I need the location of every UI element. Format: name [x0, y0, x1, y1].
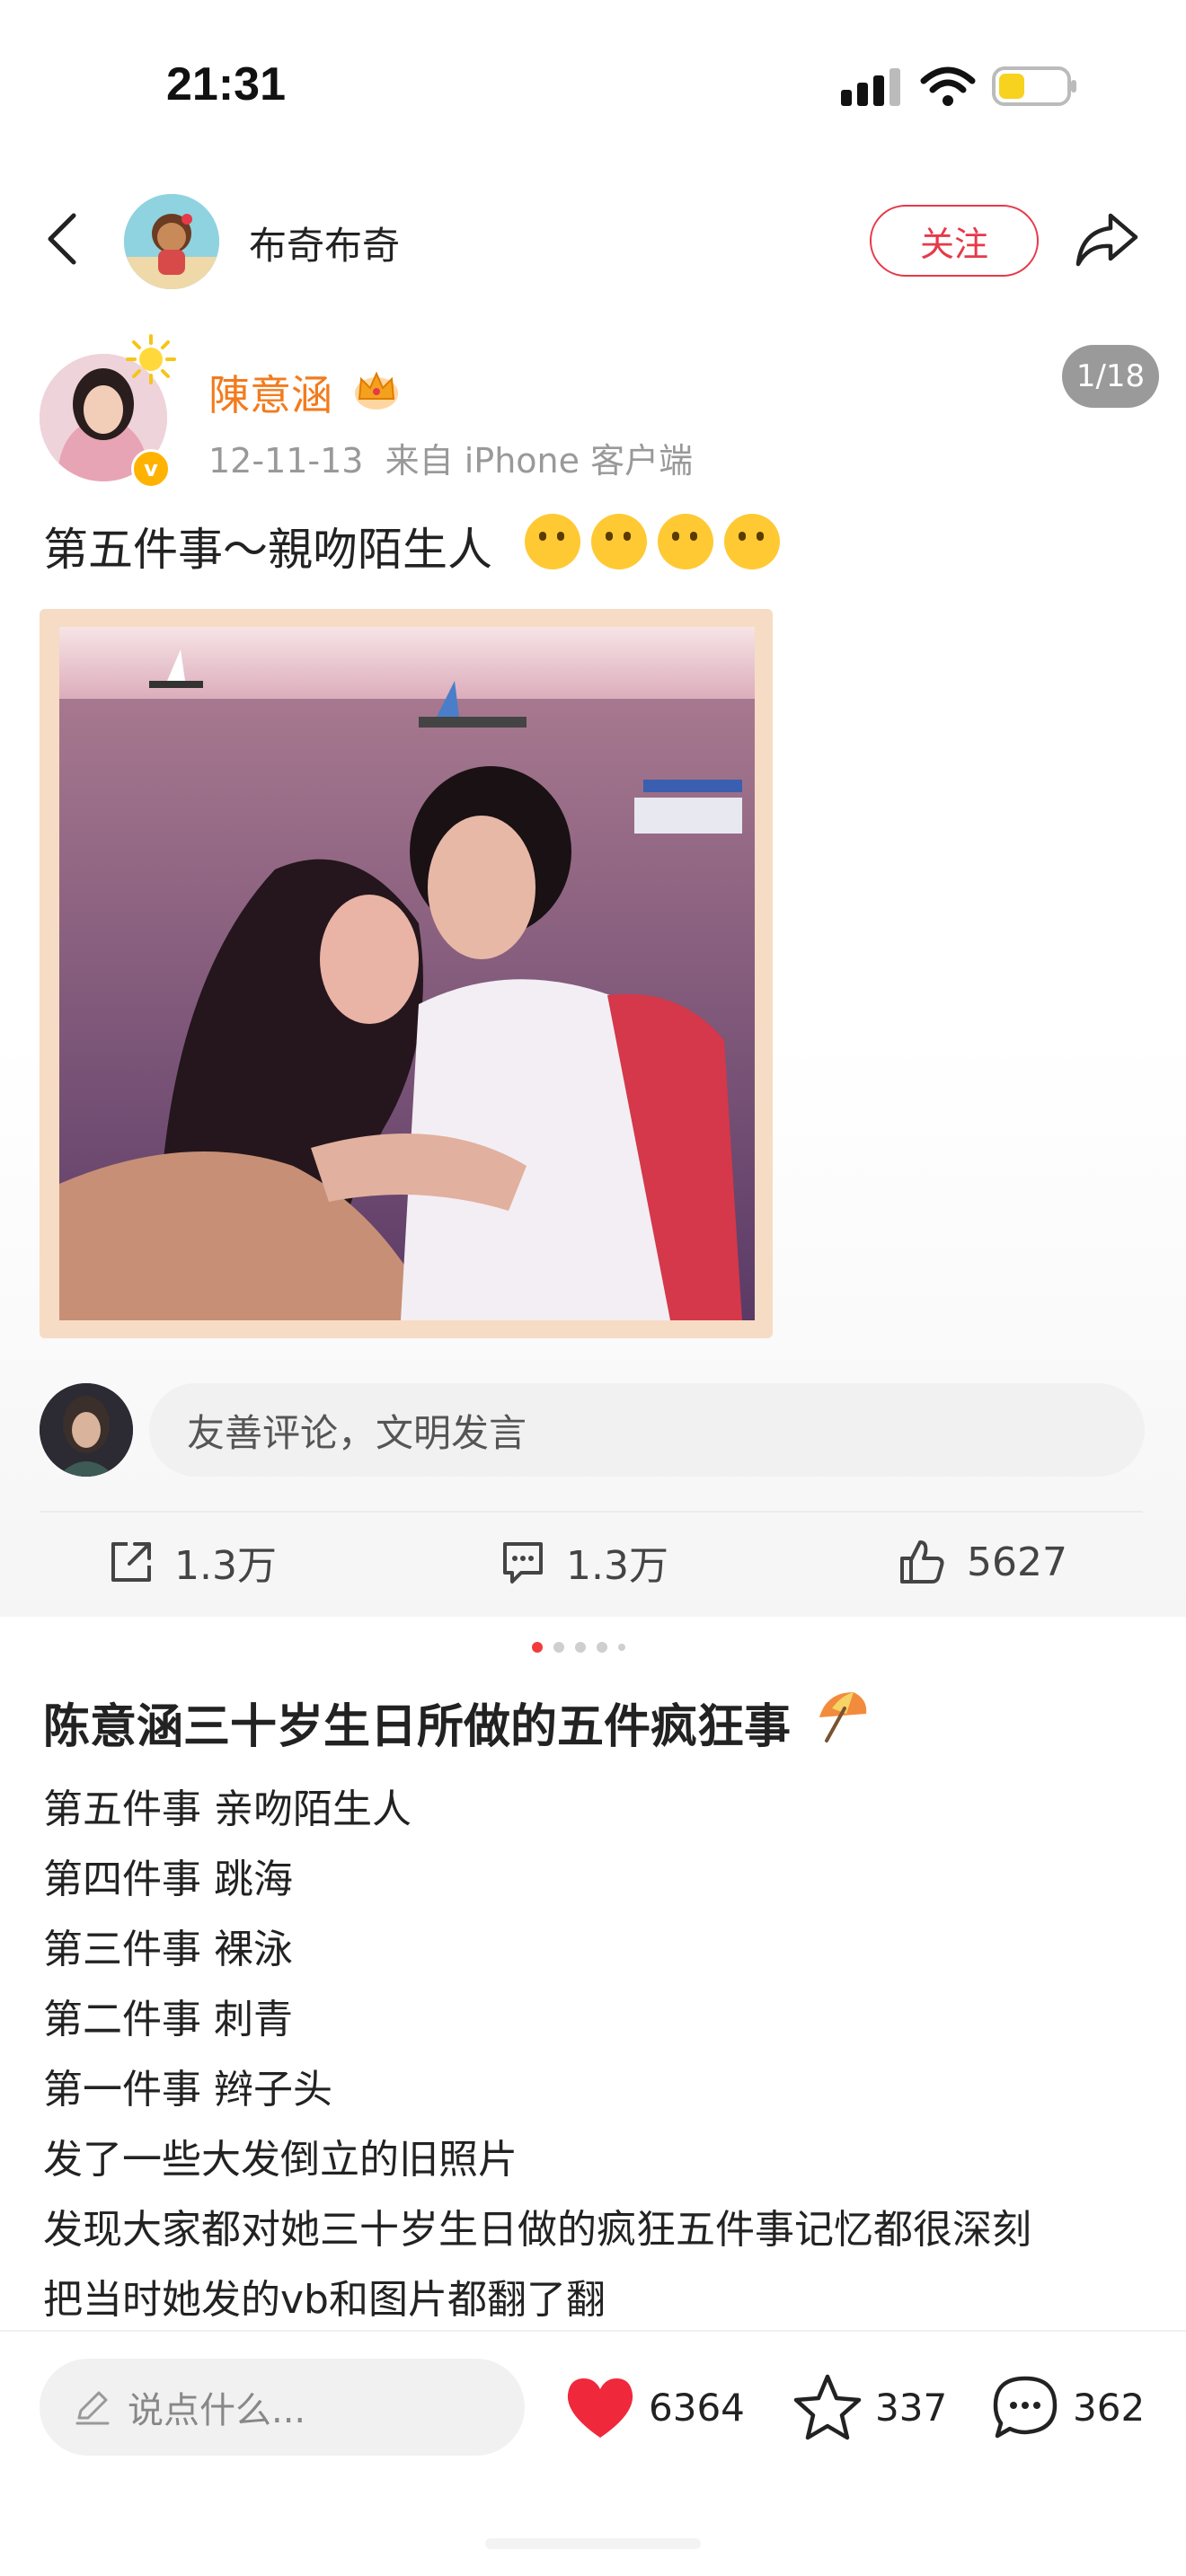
like-stat-button[interactable]: 6364: [564, 2371, 745, 2443]
sun-badge-icon: [126, 334, 176, 384]
post-photo[interactable]: [59, 627, 755, 1320]
share-icon[interactable]: [1075, 210, 1139, 269]
comment-button[interactable]: 1.3万: [500, 1532, 668, 1592]
comments-button[interactable]: 362: [990, 2371, 1145, 2443]
home-indicator: [485, 2538, 701, 2549]
like-button[interactable]: 5627: [897, 1532, 1067, 1592]
follow-button[interactable]: 关注: [870, 205, 1039, 277]
status-time: 21:31: [166, 58, 286, 110]
bottom-divider: [0, 2330, 1186, 2332]
post-source: 来自 iPhone 客户端: [385, 441, 694, 481]
heart-icon: [567, 2378, 633, 2438]
wifi-icon: [920, 66, 976, 106]
carousel-dot: [575, 1642, 586, 1653]
carousel-dot: [553, 1642, 564, 1653]
shushing-face-icon: [591, 514, 647, 569]
carousel-dot-active: [532, 1642, 543, 1653]
back-icon[interactable]: [45, 212, 81, 266]
article-line: 把当时她发的vb和图片都翻了翻: [43, 2277, 606, 2323]
user-avatar: [40, 1383, 133, 1477]
like-count: 5627: [967, 1539, 1067, 1585]
carousel-dot: [618, 1644, 625, 1651]
page-indicator: 1/18: [1062, 345, 1159, 408]
comments-count: 362: [1073, 2385, 1146, 2430]
like-total: 6364: [649, 2385, 745, 2430]
comment-input[interactable]: 友善评论，文明发言: [149, 1383, 1145, 1477]
favorite-count: 337: [875, 2385, 948, 2430]
emoji-row: [525, 514, 780, 573]
post-date: 12-11-13: [208, 441, 364, 481]
carousel-dot: [597, 1642, 607, 1653]
shushing-face-icon: [525, 514, 580, 569]
like-icon: [900, 1540, 944, 1584]
article-line: 发了一些大发倒立的旧照片: [43, 2137, 518, 2183]
favorite-button[interactable]: 337: [792, 2371, 947, 2443]
shushing-face-icon: [658, 514, 713, 569]
post-meta: 12-11-13 来自 iPhone 客户端: [208, 433, 693, 482]
page-name[interactable]: 布奇布奇: [249, 216, 400, 270]
bottom-input-placeholder: 说点什么...: [128, 2390, 306, 2431]
article-title: 陈意涵三十岁生日所做的五件疯狂事: [43, 1700, 792, 1754]
shushing-face-icon: [724, 514, 780, 569]
article-line: 发现大家都对她三十岁生日做的疯狂五件事记忆都很深刻: [43, 2207, 1031, 2253]
crown-icon: [355, 371, 398, 410]
article-line: 第三件事 裸泳: [43, 1927, 293, 1972]
battery-icon: [992, 66, 1076, 106]
bottom-comment-input[interactable]: 说点什么...: [40, 2359, 525, 2456]
author-name[interactable]: 陳意涵: [208, 363, 332, 422]
repost-count: 1.3万: [174, 1543, 277, 1589]
pencil-icon: [75, 2391, 110, 2425]
repost-icon: [111, 1542, 151, 1582]
comment-count: 1.3万: [566, 1543, 668, 1589]
comment-icon: [503, 1542, 543, 1584]
chat-bubble-icon: [993, 2376, 1058, 2439]
beach-umbrella-icon: [819, 1692, 867, 1742]
article-line: 第二件事 刺青: [43, 1997, 293, 2042]
carousel-dots: [532, 1642, 625, 1653]
article-line: 第五件事 亲吻陌生人: [43, 1786, 412, 1832]
verified-badge-icon: v: [131, 449, 171, 489]
signal-icon: [841, 68, 900, 106]
article-line: 第四件事 跳海: [43, 1857, 293, 1902]
post-text: 第五件事～親吻陌生人: [43, 524, 492, 576]
repost-button[interactable]: 1.3万: [108, 1532, 277, 1592]
article-line: 第一件事 辫子头: [43, 2067, 332, 2113]
page-avatar[interactable]: [124, 194, 219, 289]
divider: [40, 1511, 1143, 1513]
star-icon: [793, 2374, 862, 2440]
